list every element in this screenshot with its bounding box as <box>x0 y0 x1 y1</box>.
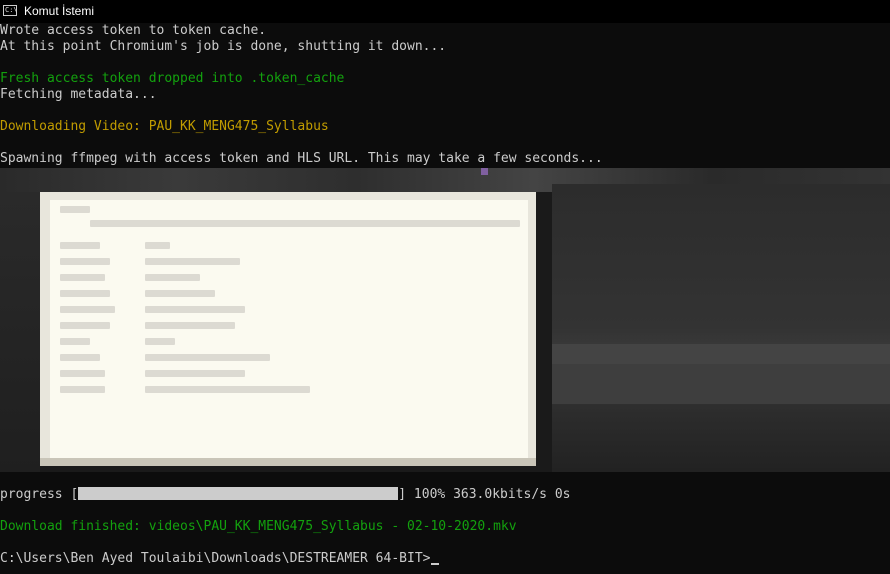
preview-right-panel <box>552 184 890 472</box>
doc-line <box>60 322 110 329</box>
blurred-video-preview <box>0 168 890 472</box>
prompt-path: C:\Users\Ben Ayed Toulaibi\Downloads\DES… <box>0 551 431 566</box>
doc-line <box>145 290 215 297</box>
command-prompt[interactable]: C:\Users\Ben Ayed Toulaibi\Downloads\DES… <box>0 551 440 567</box>
progress-line: progress [ ] 100% 363.0kbits/s 0s <box>0 487 570 503</box>
cmd-icon-text: C:\ <box>5 6 18 14</box>
preview-left-edge <box>0 192 40 472</box>
download-finished-line: Download finished: videos\PAU_KK_MENG475… <box>0 519 517 534</box>
doc-line <box>145 322 235 329</box>
doc-line <box>145 306 245 313</box>
document-frame <box>40 192 536 466</box>
doc-line <box>60 274 105 281</box>
doc-line <box>60 338 90 345</box>
doc-line <box>60 370 105 377</box>
doc-line <box>60 386 105 393</box>
preview-bottom-band <box>40 458 536 466</box>
preview-band <box>552 344 890 364</box>
preview-band <box>552 364 890 404</box>
doc-line <box>145 354 270 361</box>
doc-line <box>60 258 110 265</box>
console-line: Spawning ffmpeg with access token and HL… <box>0 151 603 166</box>
preview-marker <box>481 168 488 175</box>
console-line: Fetching metadata... <box>0 87 157 102</box>
progress-suffix: ] 100% 363.0kbits/s 0s <box>398 487 571 502</box>
window-title: Komut İstemi <box>24 4 95 18</box>
cmd-icon: C:\ <box>3 5 18 16</box>
text-cursor <box>431 563 440 565</box>
doc-line <box>60 242 100 249</box>
console-line-warning: Downloading Video: PAU_KK_MENG475_Syllab… <box>0 119 329 134</box>
doc-line <box>90 220 520 227</box>
doc-line <box>145 242 170 249</box>
progress-bar <box>78 487 399 500</box>
doc-line <box>145 370 245 377</box>
doc-line <box>145 274 200 281</box>
doc-line <box>60 290 110 297</box>
doc-line <box>60 306 115 313</box>
doc-line <box>145 338 175 345</box>
console-line: At this point Chromium's job is done, sh… <box>0 39 447 54</box>
console-line-success: Fresh access token dropped into .token_c… <box>0 71 345 86</box>
title-bar[interactable]: C:\ Komut İstemi <box>0 0 890 23</box>
console-line: Wrote access token to token cache. <box>0 23 267 38</box>
doc-line <box>145 386 310 393</box>
document-page <box>50 200 528 458</box>
doc-line <box>60 354 100 361</box>
doc-line <box>60 206 90 213</box>
progress-prefix: progress [ <box>0 487 79 502</box>
doc-line <box>145 258 240 265</box>
